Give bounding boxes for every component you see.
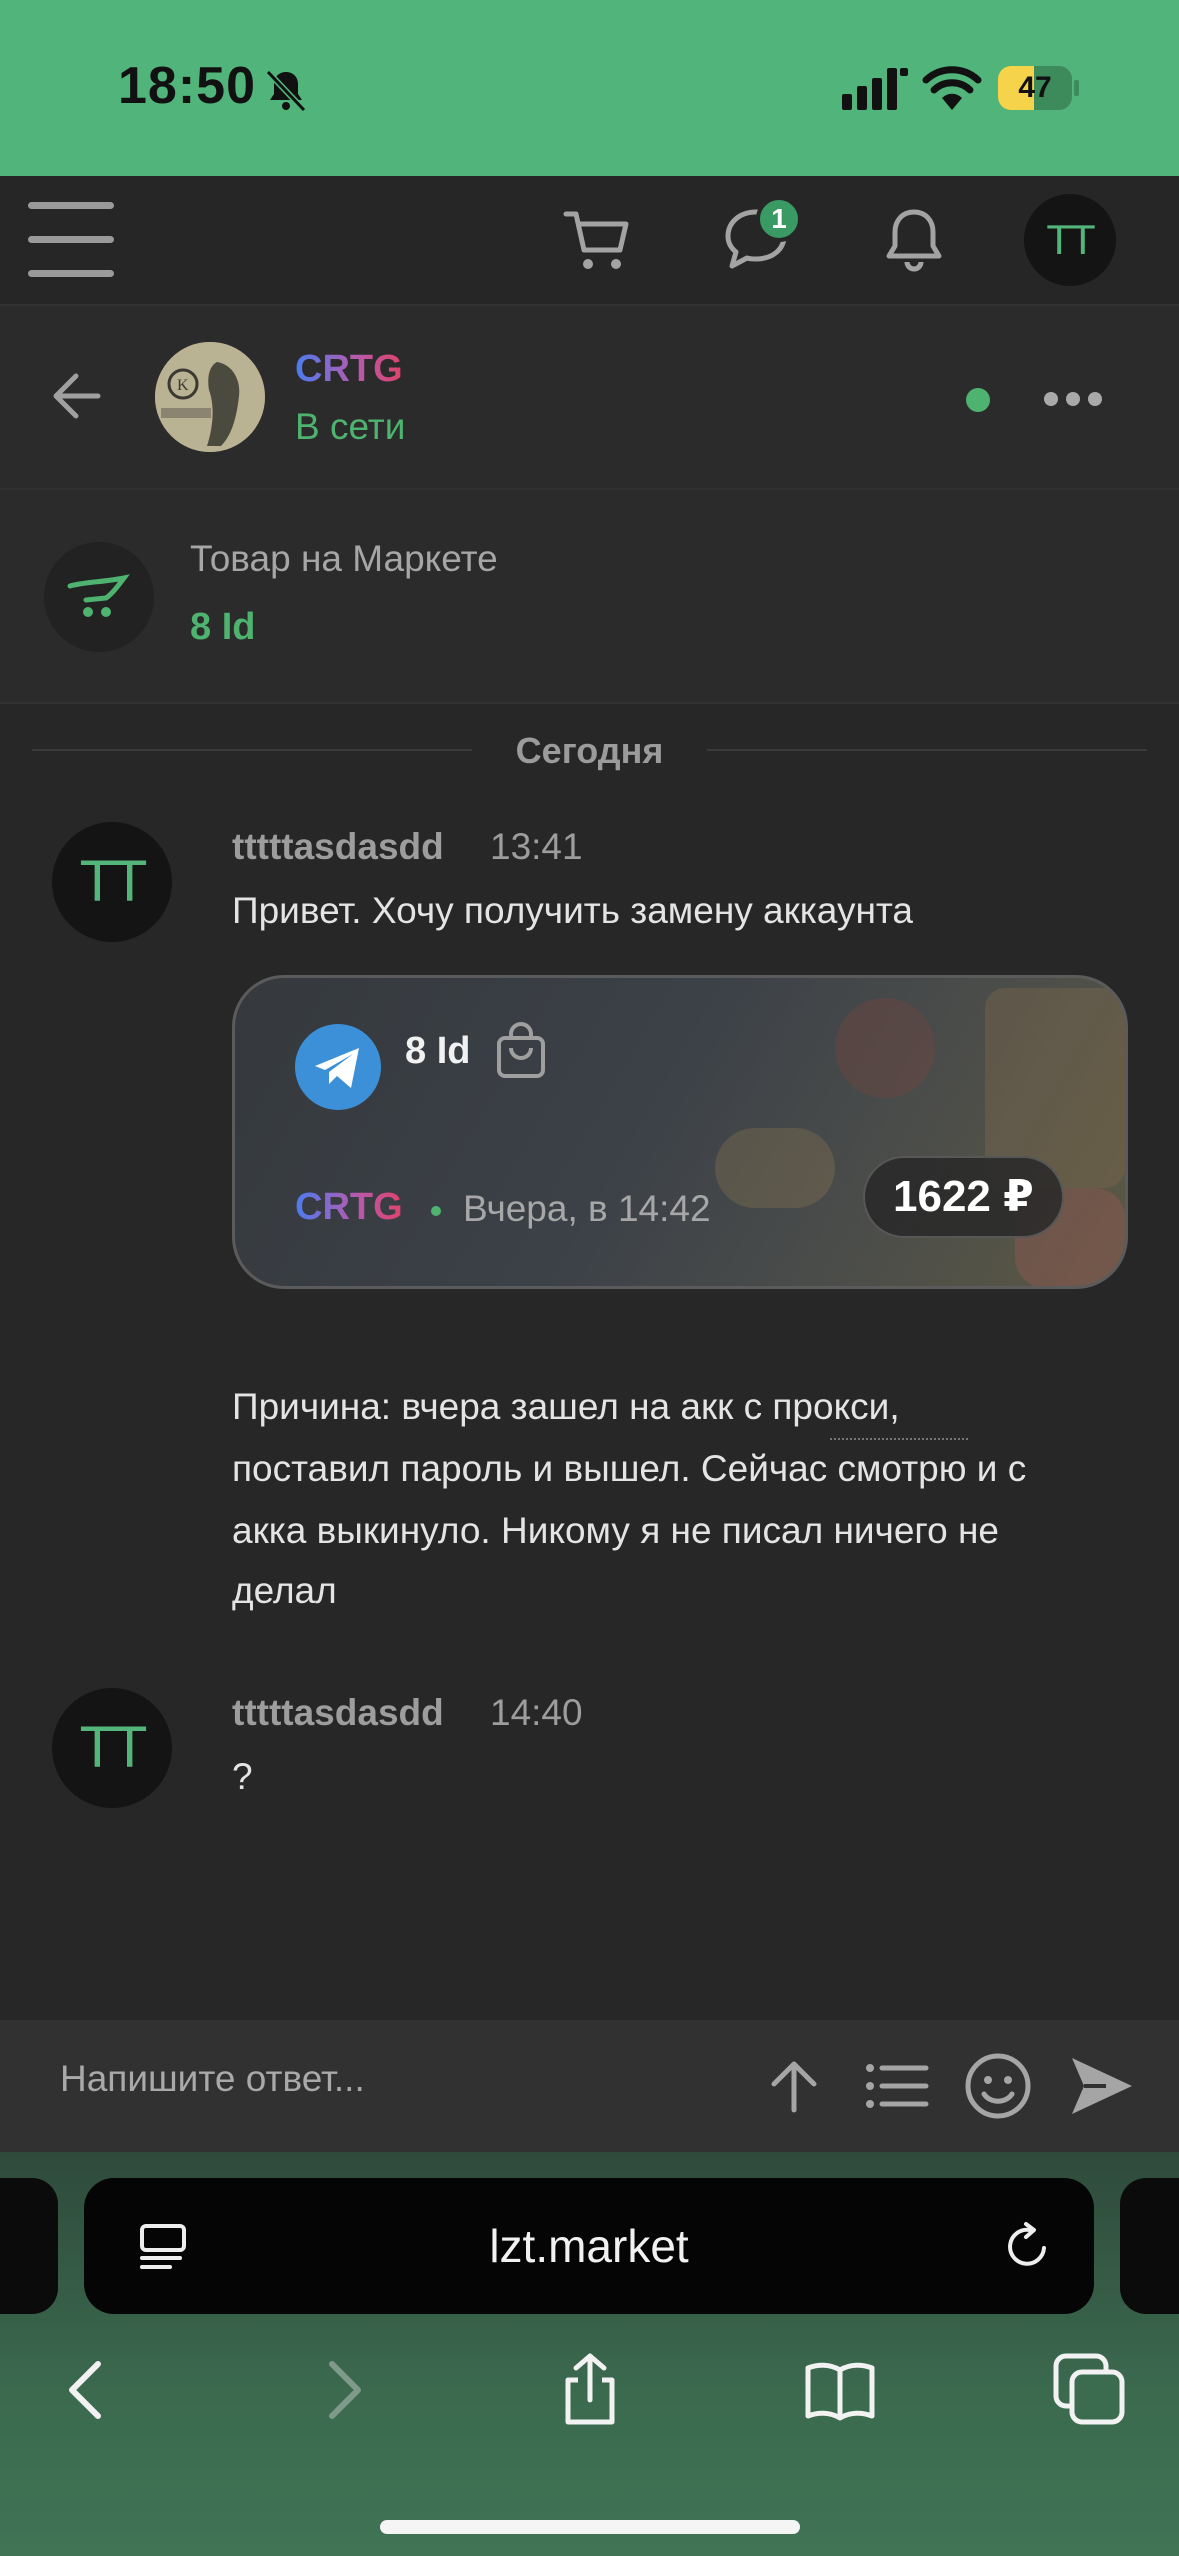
message-author[interactable]: tttttasdasdd <box>232 1692 444 1734</box>
site-header: 1 TT <box>0 176 1179 306</box>
message-time: 13:41 <box>490 826 583 867</box>
banknote-portrait-image: K <box>155 342 265 452</box>
svg-text:K: K <box>177 377 189 394</box>
battery-level: 47 <box>1018 71 1052 104</box>
back-icon[interactable] <box>50 2352 126 2428</box>
price-badge: 1622 ₽ <box>863 1156 1064 1238</box>
message-author[interactable]: tttttasdasdd <box>232 826 444 868</box>
back-arrow-icon[interactable] <box>44 366 104 426</box>
product-title[interactable]: 8 Id <box>190 606 255 649</box>
message-time: 14:40 <box>490 1692 583 1733</box>
reload-icon[interactable] <box>1000 2220 1054 2274</box>
card-date: Вчера, в 14:42 <box>463 1188 711 1229</box>
more-options-icon[interactable] <box>1044 388 1104 412</box>
bell-muted-icon <box>265 69 307 113</box>
message-reason-line: поставил пароль и вышел. Сейчас смотрю и… <box>232 1448 1027 1489</box>
peer-avatar[interactable]: K <box>155 342 265 452</box>
share-icon[interactable] <box>552 2352 628 2428</box>
conversation-header: K CRTG В сети <box>0 306 1179 490</box>
separator-dot <box>431 1206 441 1216</box>
messages-badge: 1 <box>756 196 802 242</box>
next-tab-preview[interactable] <box>1120 2178 1179 2314</box>
market-cart-icon <box>44 542 154 652</box>
product-link[interactable]: Товар на Маркете 8 Id <box>0 490 1179 704</box>
card-title: 8 Id <box>405 1030 471 1072</box>
message-reason-line: акка выкинуло. Никому я не писал ничего … <box>232 1510 999 1551</box>
browser-toolbar: lzt.market <box>0 2152 1179 2556</box>
cart-icon[interactable] <box>560 200 640 280</box>
telegram-icon <box>295 1024 381 1110</box>
bookmarks-icon[interactable] <box>802 2352 878 2428</box>
battery-indicator: 47 <box>998 66 1079 110</box>
home-indicator <box>380 2520 800 2534</box>
prev-tab-preview[interactable] <box>0 2178 58 2314</box>
url-text: lzt.market <box>489 2220 689 2272</box>
upload-arrow-icon[interactable] <box>758 2050 830 2122</box>
reply-input[interactable]: Напишите ответ... <box>60 2058 365 2100</box>
message-text: Привет. Хочу получить замену аккаунта <box>232 890 913 931</box>
status-bar: 18:50 47 <box>0 0 1179 176</box>
card-seller[interactable]: CRTG <box>295 1186 403 1229</box>
proxy-underline <box>830 1438 968 1440</box>
date-divider: Сегодня <box>32 730 1147 771</box>
product-label: Товар на Маркете <box>190 538 498 579</box>
menu-icon[interactable] <box>28 202 116 278</box>
message-reason-line: Причина: вчера зашел на акк с прокси, <box>232 1386 900 1427</box>
list-icon[interactable] <box>860 2050 932 2122</box>
peer-name[interactable]: CRTG <box>295 348 403 391</box>
status-time: 18:50 <box>118 57 256 115</box>
wifi-icon <box>922 66 982 110</box>
date-divider-label: Сегодня <box>515 730 664 771</box>
address-bar[interactable]: lzt.market <box>84 2178 1094 2314</box>
forward-icon[interactable] <box>304 2352 380 2428</box>
user-avatar[interactable]: TT <box>1024 194 1116 286</box>
bell-icon[interactable] <box>874 200 954 280</box>
message-reason-line: делал <box>232 1570 337 1611</box>
peer-online-status: В сети <box>295 406 406 447</box>
emoji-icon[interactable] <box>962 2050 1034 2122</box>
shopping-bag-icon[interactable] <box>493 1022 549 1082</box>
message-avatar[interactable]: TT <box>52 1688 172 1808</box>
online-dot <box>966 388 990 412</box>
send-icon[interactable] <box>1066 2050 1138 2122</box>
message-text: ? <box>232 1756 253 1797</box>
reply-bar: Напишите ответ... <box>0 2020 1179 2152</box>
reader-mode-icon[interactable] <box>136 2220 190 2274</box>
tabs-icon[interactable] <box>1052 2352 1128 2428</box>
product-card[interactable]: 8 Id CRTG Вчера, в 14:42 1622 ₽ <box>232 975 1128 1289</box>
cellular-signal-icon <box>842 68 908 110</box>
message-avatar[interactable]: TT <box>52 822 172 942</box>
